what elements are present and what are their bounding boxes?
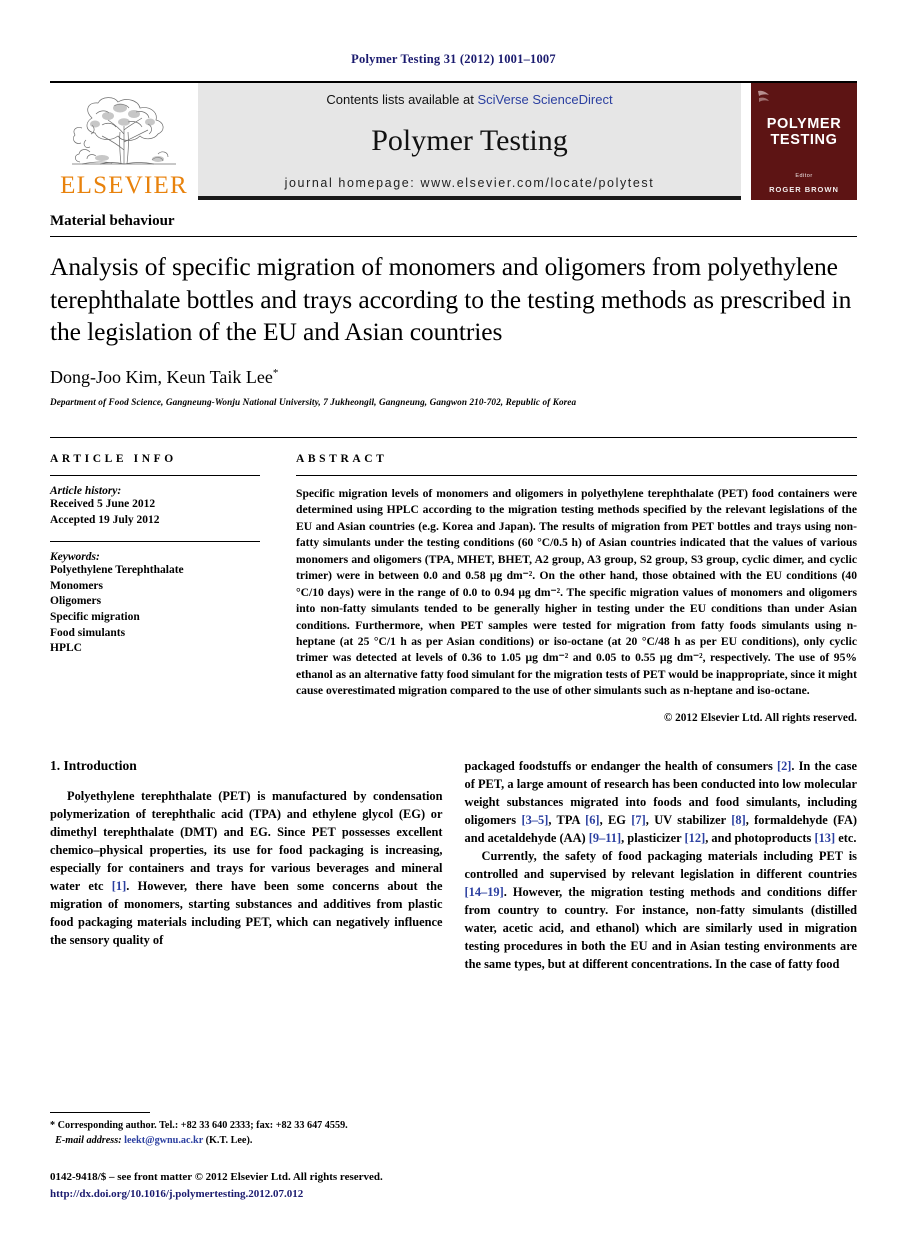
- keyword-item: Polyethylene Terephthalate: [50, 564, 184, 577]
- author-list: Dong-Joo Kim, Keun Taik Lee*: [50, 367, 857, 388]
- intro-paragraph-right-1: packaged foodstuffs or endanger the heal…: [464, 758, 858, 845]
- citation-link[interactable]: [1]: [112, 879, 126, 893]
- contents-available-line: Contents lists available at SciVerse Sci…: [326, 92, 612, 107]
- section-label-divider: [50, 236, 857, 237]
- keywords-rule: [50, 541, 260, 543]
- cover-title-line2: TESTING: [770, 131, 838, 148]
- body-columns: 1. Introduction Polyethylene terephthala…: [50, 758, 857, 974]
- abstract-heading: ABSTRACT: [296, 452, 388, 465]
- body-column-right: packaged foodstuffs or endanger the heal…: [465, 758, 858, 974]
- footnote-zone: * Corresponding author. Tel.: +82 33 640…: [50, 1112, 450, 1202]
- article-page: Polymer Testing 31 (2012) 1001–1007 ELSE…: [0, 0, 907, 1238]
- received-date: Received 5 June 2012: [50, 497, 156, 510]
- footnote-divider: [50, 1112, 150, 1114]
- banner-center: Contents lists available at SciVerse Sci…: [198, 83, 741, 200]
- keywords-label: Keywords:: [50, 551, 100, 564]
- footer-meta: 0142-9418/$ – see front matter © 2012 El…: [50, 1169, 450, 1202]
- elsevier-cover-mark-icon: [758, 90, 769, 102]
- citation-link[interactable]: [3–5]: [521, 813, 548, 827]
- cover-editor-name: ROGER BROWN: [769, 184, 839, 194]
- intro-paragraph-left: Polyethylene terephthalate (PET) is manu…: [50, 788, 443, 947]
- journal-title: Polymer Testing: [371, 124, 568, 157]
- cover-editor-label: Editor: [795, 172, 813, 179]
- accepted-date: Accepted 19 July 2012: [50, 513, 160, 526]
- page-title: Analysis of specific migration of monome…: [50, 252, 852, 347]
- journal-homepage-link[interactable]: journal homepage: www.elsevier.com/locat…: [198, 171, 741, 200]
- keyword-item: Food simulants: [50, 626, 126, 639]
- cover-title-line1: POLYMER: [766, 116, 842, 132]
- email-label: E-mail address:: [55, 1135, 122, 1147]
- introduction-heading: 1. Introduction: [50, 757, 137, 773]
- info-abstract-block: ARTICLE INFO Article history: Received 5…: [50, 436, 857, 724]
- abstract-text: Specific migration levels of monomers an…: [296, 486, 857, 698]
- keyword-item: Monomers: [50, 579, 104, 592]
- corresponding-author-note: * Corresponding author. Tel.: +82 33 640…: [50, 1120, 348, 1132]
- article-section-label: Material behaviour: [50, 213, 175, 229]
- citation-link[interactable]: [12]: [685, 831, 706, 845]
- citation-link[interactable]: [7]: [631, 813, 645, 827]
- cover-title: POLYMER TESTING: [766, 116, 842, 149]
- abstract-copyright: © 2012 Elsevier Ltd. All rights reserved…: [663, 711, 857, 724]
- journal-banner: ELSEVIER Contents lists available at Sci…: [50, 81, 857, 200]
- author-names: Dong-Joo Kim, Keun Taik Lee: [50, 366, 273, 387]
- abstract-rule: [296, 474, 857, 476]
- article-info-column: ARTICLE INFO Article history: Received 5…: [50, 438, 278, 724]
- front-matter-line: 0142-9418/$ – see front matter © 2012 El…: [50, 1171, 383, 1183]
- citation-link[interactable]: [2]: [777, 759, 791, 773]
- affiliation: Department of Food Science, Gangneung-Wo…: [50, 396, 577, 407]
- intro-paragraph-right-2: Currently, the safety of food packaging …: [464, 848, 858, 971]
- keyword-item: Oligomers: [50, 595, 102, 608]
- email-suffix: (K.T. Lee).: [205, 1135, 253, 1147]
- citation-link[interactable]: [8]: [731, 813, 745, 827]
- elsevier-logo: ELSEVIER: [50, 83, 198, 200]
- citation-link[interactable]: [13]: [814, 831, 835, 845]
- elsevier-tree-icon: [72, 97, 176, 165]
- sciencedirect-link[interactable]: SciVerse ScienceDirect: [477, 92, 612, 107]
- abstract-column: ABSTRACT Specific migration levels of mo…: [278, 438, 857, 724]
- contents-prefix: Contents lists available at: [326, 92, 478, 107]
- citation-link[interactable]: [6]: [585, 813, 599, 827]
- article-history-label: Article history:: [50, 484, 122, 497]
- citation-link[interactable]: [9–11]: [589, 831, 621, 845]
- journal-cover-thumbnail: POLYMER TESTING Editor ROGER BROWN: [751, 83, 857, 200]
- doi-link[interactable]: http://dx.doi.org/10.1016/j.polymertesti…: [50, 1186, 450, 1203]
- email-link[interactable]: leekt@gwnu.ac.kr: [124, 1135, 203, 1146]
- keyword-item: Specific migration: [50, 611, 140, 623]
- citation-link[interactable]: [14–19]: [465, 885, 504, 899]
- keyword-item: HPLC: [50, 642, 82, 655]
- body-column-left: 1. Introduction Polyethylene terephthala…: [50, 758, 443, 974]
- article-info-rule: [50, 474, 260, 476]
- email-note: E-mail address: leekt@gwnu.ac.kr (K.T. L…: [50, 1134, 450, 1149]
- running-head: Polymer Testing 31 (2012) 1001–1007: [351, 52, 556, 66]
- corresponding-author-marker: *: [272, 366, 279, 379]
- elsevier-wordmark: ELSEVIER: [60, 172, 188, 199]
- article-info-heading: ARTICLE INFO: [50, 452, 177, 465]
